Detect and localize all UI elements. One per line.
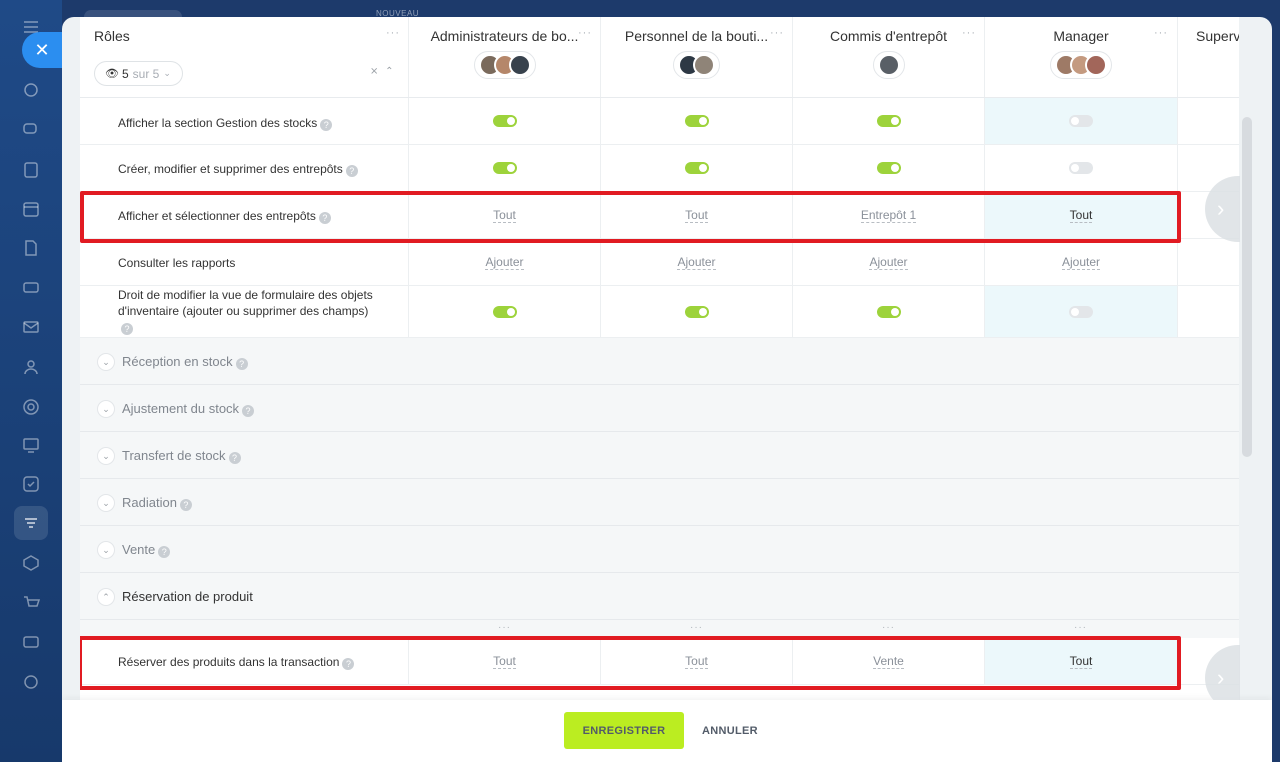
help-icon[interactable]: ? [320, 119, 333, 131]
role-column-header[interactable]: Superv [1178, 17, 1240, 98]
role-menu-button[interactable]: ··· [1154, 27, 1168, 39]
avatar-group[interactable] [1050, 51, 1112, 79]
column-menu-button[interactable]: ··· [498, 622, 511, 633]
permission-toggle[interactable] [876, 305, 901, 318]
highlight-box [80, 191, 1181, 243]
permission-toggle[interactable] [1069, 162, 1093, 174]
permission-toggle[interactable] [1069, 305, 1093, 318]
role-menu-button[interactable]: ··· [578, 27, 592, 39]
permission-row: Créer, modifier et supprimer des entrepô… [80, 145, 1240, 192]
scrollbar-thumb[interactable] [1242, 117, 1252, 457]
chevron-right-icon: › [1217, 196, 1225, 221]
permission-row: Afficher la section Gestion des stocks? [80, 98, 1240, 145]
checklist-icon[interactable] [21, 474, 41, 494]
chevron-right-icon: › [1217, 665, 1225, 690]
permission-row: Consulter les rapports Ajouter Ajouter A… [80, 239, 1240, 286]
add-link[interactable]: Ajouter [485, 255, 524, 270]
help-icon[interactable]: ? [235, 358, 248, 370]
add-link[interactable]: Ajouter [1061, 255, 1101, 270]
column-menu-button[interactable]: ··· [1074, 622, 1087, 633]
close-button[interactable]: ✕ [22, 32, 62, 68]
section-transfer[interactable]: ⌄ Transfert de stock? [80, 432, 1240, 479]
activity-icon[interactable] [21, 80, 41, 100]
section-sale[interactable]: ⌄ Vente? [80, 526, 1240, 573]
chevron-down-icon: ⌄ [97, 447, 115, 465]
section-reservation[interactable]: ⌃ Réservation de produit [80, 573, 1240, 620]
help-icon[interactable]: ? [345, 165, 358, 177]
avatar [1085, 54, 1107, 76]
inventory-icon[interactable] [21, 513, 41, 533]
chevron-down-icon: ⌄ [163, 68, 171, 78]
section-reception[interactable]: ⌄ Réception en stock? [80, 338, 1240, 385]
permission-toggle[interactable] [492, 162, 517, 174]
permissions-table: Rôles ··· 👁︎ 5 sur 5 ⌄ ⨯ ⌃ Administrateu… [80, 17, 1240, 700]
role-menu-button[interactable]: ··· [962, 27, 976, 39]
cart-icon[interactable] [21, 593, 41, 613]
role-column-header[interactable]: Commis d'entrepôt [793, 17, 984, 98]
vertical-scrollbar[interactable] [1239, 17, 1255, 700]
help-icon[interactable]: ? [158, 546, 171, 558]
box-icon[interactable] [21, 553, 41, 573]
permission-toggle[interactable] [684, 162, 709, 174]
cancel-button[interactable]: ANNULER [694, 712, 766, 749]
calendar-icon[interactable] [21, 199, 41, 219]
chat-icon[interactable] [21, 120, 41, 140]
contacts-icon[interactable] [21, 357, 41, 377]
role-column-header[interactable]: Personnel de la bouti... [601, 17, 792, 98]
sites-icon[interactable] [21, 632, 41, 652]
chevron-up-icon: ⌃ [97, 588, 115, 606]
add-link[interactable]: Ajouter [869, 255, 908, 270]
role-menu-button[interactable]: ··· [770, 27, 784, 39]
help-icon[interactable]: ? [242, 405, 255, 417]
avatar [877, 54, 900, 76]
help-icon[interactable]: ? [179, 499, 192, 511]
chevron-down-icon: ⌄ [97, 541, 115, 559]
collapse-expand-icon[interactable]: ⨯ ⌃ [370, 66, 396, 77]
avatar [693, 54, 715, 76]
board-icon[interactable] [21, 435, 41, 455]
roles-menu-button[interactable]: ··· [386, 27, 400, 39]
mail-icon[interactable] [21, 317, 41, 337]
avatar [508, 54, 531, 76]
avatar-group[interactable] [673, 51, 720, 79]
save-button[interactable]: ENREGISTRER [564, 712, 684, 749]
role-column-header[interactable]: Manager [985, 17, 1177, 98]
permission-toggle[interactable] [492, 305, 517, 318]
permission-toggle[interactable] [684, 305, 709, 318]
eye-icon: 👁︎ [105, 68, 119, 80]
permission-toggle[interactable] [876, 162, 901, 174]
permission-toggle[interactable] [876, 115, 901, 127]
permission-row: Droit de modifier la vue de formulaire d… [80, 286, 1240, 338]
footer-bar: ENREGISTRER ANNULER [62, 700, 1272, 762]
chevron-down-icon: ⌄ [97, 400, 115, 418]
chevron-down-icon: ⌄ [97, 494, 115, 512]
drive-icon[interactable] [21, 277, 41, 297]
group-icon[interactable] [21, 672, 41, 692]
app-sidebar [0, 0, 62, 762]
help-icon[interactable]: ? [121, 323, 133, 335]
chevron-down-icon: ⌄ [97, 353, 115, 371]
column-menu-button[interactable]: ··· [882, 622, 895, 633]
add-link[interactable]: Ajouter [677, 255, 716, 270]
highlight-box [80, 636, 1181, 690]
avatar-group[interactable] [872, 51, 905, 79]
roles-title: Rôles [94, 28, 130, 44]
table-header: Rôles ··· 👁︎ 5 sur 5 ⌄ ⨯ ⌃ Administrateu… [80, 17, 1240, 98]
avatar-group[interactable] [473, 51, 536, 79]
permission-toggle[interactable] [1069, 115, 1093, 127]
tasks-icon[interactable] [21, 160, 41, 180]
document-icon[interactable] [21, 238, 41, 258]
permission-toggle[interactable] [684, 115, 709, 127]
permission-toggle[interactable] [492, 115, 517, 127]
help-icon[interactable]: ? [228, 452, 241, 464]
slider-panel: Rôles ··· 👁︎ 5 sur 5 ⌄ ⨯ ⌃ Administrateu… [62, 17, 1272, 762]
crm-icon[interactable] [21, 397, 41, 417]
roles-counter-dropdown[interactable]: 👁︎ 5 sur 5 ⌄ [94, 61, 183, 86]
section-writeoff[interactable]: ⌄ Radiation? [80, 479, 1240, 526]
close-icon: ✕ [34, 39, 50, 60]
role-column-header[interactable]: Administrateurs de bo... [409, 17, 600, 98]
section-adjustment[interactable]: ⌄ Ajustement du stock? [80, 385, 1240, 432]
column-menu-button[interactable]: ··· [690, 622, 703, 633]
